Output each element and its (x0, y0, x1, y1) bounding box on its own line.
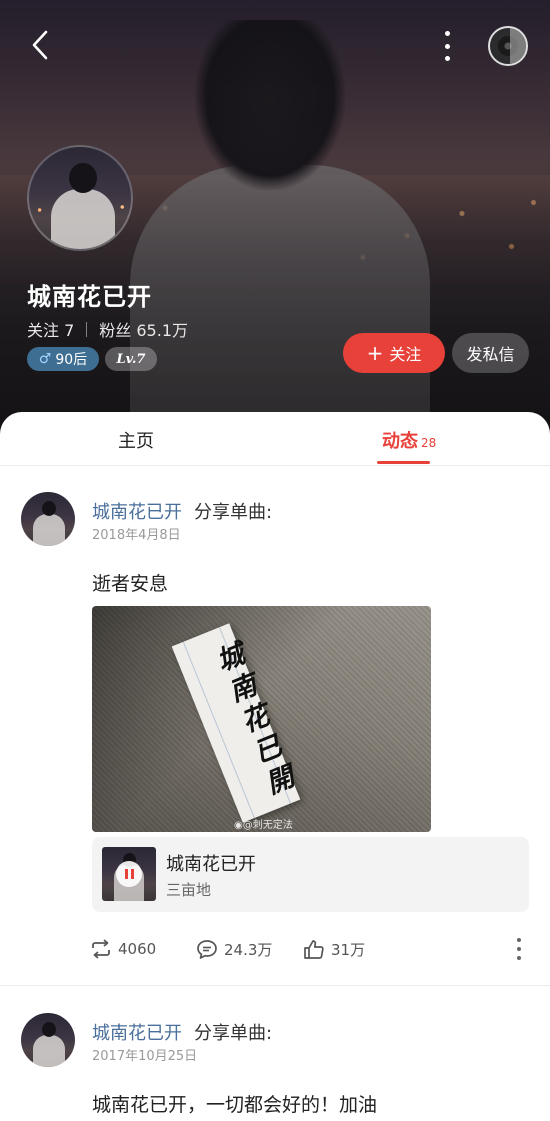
song-card[interactable] (92, 837, 529, 912)
post-author-link[interactable]: 城南花已开 (92, 498, 182, 524)
thumbs-up-icon (304, 939, 324, 959)
like-button[interactable]: 31万 (303, 937, 365, 961)
plus-icon: + (366, 341, 384, 365)
more-dot-icon (517, 947, 521, 951)
pause-bar (124, 869, 128, 879)
tab-divider (0, 465, 550, 466)
post-text: 逝者安息 (92, 573, 169, 595)
level-badge[interactable]: Lv.7 (105, 347, 157, 371)
follow-stats: 关注 7 粉丝 65.1万 (27, 317, 188, 341)
avatar-figure-head (42, 501, 56, 516)
share-count: 4060 (118, 940, 157, 958)
fans-count[interactable]: 粉丝 65.1万 (99, 317, 188, 341)
private-message-button[interactable]: 发私信 (452, 333, 529, 373)
follow-button-label: 关注 (389, 345, 422, 364)
post-avatar[interactable] (21, 1013, 75, 1067)
tab-feed-count: 28 (421, 436, 437, 450)
tab-home[interactable]: 主页 (118, 427, 154, 453)
pause-icon[interactable] (116, 861, 142, 887)
avatar-figure-head (69, 163, 97, 193)
profile-name: 城南花已开 (27, 283, 152, 311)
now-playing-disc-button[interactable] (488, 26, 528, 66)
post-date: 2018年4月8日 (92, 528, 181, 543)
tab-active-indicator (377, 461, 430, 464)
chevron-left-icon (32, 30, 48, 60)
more-dot-icon (444, 31, 450, 36)
tab-feed[interactable]: 动态 28 (382, 427, 436, 453)
image-watermark: ◉@刺无定法 (234, 820, 293, 831)
more-dot-icon (444, 43, 450, 49)
avatar-figure-body (33, 514, 65, 546)
pause-bar (130, 869, 134, 879)
like-count: 31万 (331, 940, 366, 959)
more-options-button[interactable] (432, 28, 462, 64)
tab-feed-label: 动态 (382, 431, 418, 452)
comment-button[interactable]: 24.3万 (196, 937, 272, 961)
follow-button[interactable]: + 关注 (343, 333, 445, 373)
age-tag-label: 90后 (55, 352, 88, 368)
post-divider (0, 985, 550, 986)
post-author-link[interactable]: 城南花已开 (92, 1019, 182, 1045)
post-date: 2017年10月25日 (92, 1049, 198, 1064)
song-artist: 三亩地 (166, 881, 212, 899)
more-dot-icon (517, 956, 521, 960)
avatar-figure-head (42, 1022, 56, 1037)
share-button[interactable]: 4060 (90, 937, 156, 961)
comment-icon (197, 939, 217, 959)
male-icon: ♂ (38, 351, 52, 367)
avatar-figure-body (33, 1035, 65, 1067)
post-header: 城南花已开 分享单曲: (92, 1019, 272, 1045)
repost-icon (92, 939, 110, 959)
comment-count: 24.3万 (224, 940, 273, 959)
age-tag: ♂ 90后 (27, 347, 99, 371)
stats-divider (86, 321, 88, 337)
post-more-button[interactable] (512, 938, 526, 960)
following-count[interactable]: 关注 7 (27, 317, 74, 341)
post-text: 城南花已开，一切都会好的！加油 (92, 1094, 378, 1116)
post-action-text: 分享单曲: (194, 1023, 273, 1044)
post-avatar[interactable] (21, 492, 75, 546)
more-dot-icon (517, 938, 521, 942)
song-title: 城南花已开 (166, 854, 256, 875)
more-dot-icon (444, 56, 450, 61)
back-button[interactable] (24, 28, 58, 62)
post-header: 城南花已开 分享单曲: (92, 498, 272, 524)
avatar-figure-body (51, 189, 115, 249)
profile-avatar[interactable] (27, 145, 133, 251)
post-action-text: 分享单曲: (194, 502, 273, 523)
